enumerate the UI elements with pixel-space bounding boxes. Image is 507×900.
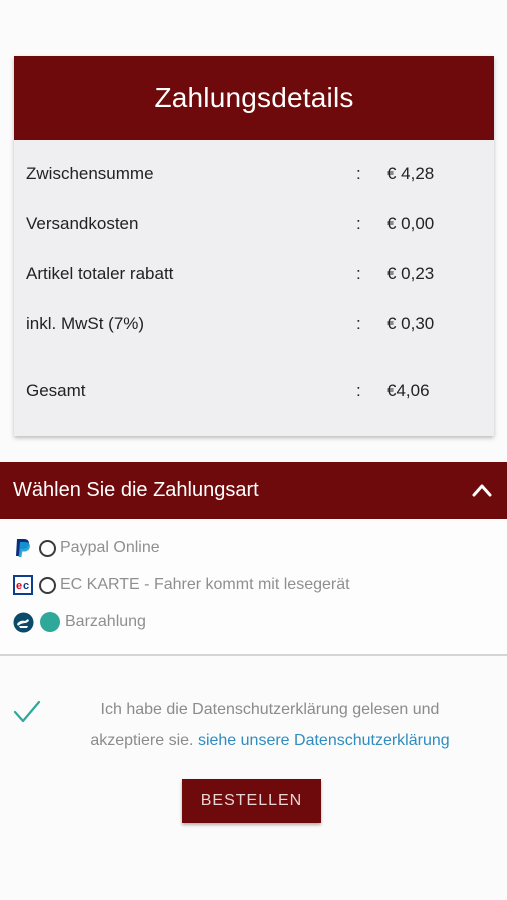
paypal-icon: [12, 537, 34, 559]
svg-text:e: e: [16, 580, 22, 592]
total-label: Gesamt: [26, 381, 86, 400]
payment-options-list: Paypal Online e c EC KARTE - Fahrer komm…: [0, 519, 507, 656]
svg-text:c: c: [23, 580, 29, 592]
payment-option-cash[interactable]: Barzahlung: [12, 610, 146, 634]
shipping-separator: :: [356, 214, 361, 233]
vat-row: inkl. MwSt (7%) : € 0,30: [26, 312, 482, 336]
chevron-up-icon[interactable]: [471, 481, 493, 499]
discount-value: € 0,23: [387, 264, 435, 283]
summary-title: Zahlungsdetails: [14, 56, 494, 140]
payment-method-header[interactable]: Wählen Sie die Zahlungsart: [0, 462, 507, 519]
shipping-value: € 0,00: [387, 214, 435, 233]
discount-row: Artikel totaler rabatt : € 0,23: [26, 262, 482, 286]
total-separator: :: [356, 381, 361, 400]
shipping-label: Versandkosten: [26, 214, 139, 233]
cash-label: Barzahlung: [65, 613, 146, 630]
shipping-row: Versandkosten : € 0,00: [26, 212, 482, 236]
cash-icon: [12, 611, 34, 633]
paypal-label: Paypal Online: [60, 539, 160, 556]
subtotal-value: € 4,28: [387, 164, 435, 183]
subtotal-separator: :: [356, 164, 361, 183]
payment-summary-card: Zahlungsdetails Zwischensumme : € 4,28 V…: [14, 56, 494, 436]
ec-card-radio[interactable]: [39, 576, 56, 594]
cash-radio[interactable]: [40, 612, 60, 632]
discount-separator: :: [356, 264, 361, 283]
ec-card-label: EC KARTE - Fahrer kommt mit lesegerät: [60, 576, 350, 593]
checkmark-icon[interactable]: [13, 700, 41, 724]
order-button[interactable]: BESTELLEN: [182, 779, 321, 823]
privacy-policy-link[interactable]: siehe unsere Datenschutzerklärung: [198, 732, 450, 749]
paypal-radio[interactable]: [39, 539, 56, 557]
vat-value: € 0,30: [387, 314, 435, 333]
subtotal-label: Zwischensumme: [26, 164, 154, 183]
total-value: €4,06: [387, 381, 430, 400]
subtotal-row: Zwischensumme : € 4,28: [26, 162, 482, 186]
ec-card-icon: e c: [12, 574, 34, 596]
discount-label: Artikel totaler rabatt: [26, 264, 174, 283]
payment-method-title: Wählen Sie die Zahlungsart: [13, 479, 259, 501]
agreement-text-block: Ich habe die Datenschutzerklärung gelese…: [72, 694, 468, 756]
total-row: Gesamt : €4,06: [26, 379, 482, 403]
payment-option-paypal[interactable]: Paypal Online: [12, 536, 160, 560]
vat-label: inkl. MwSt (7%): [26, 314, 145, 333]
payment-option-ec-card[interactable]: e c EC KARTE - Fahrer kommt mit lesegerä…: [12, 573, 350, 597]
vat-separator: :: [356, 314, 361, 333]
